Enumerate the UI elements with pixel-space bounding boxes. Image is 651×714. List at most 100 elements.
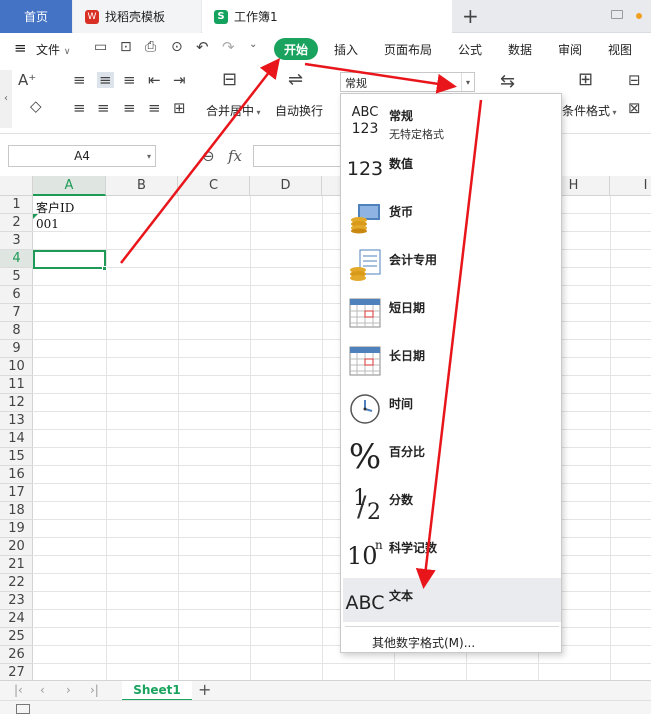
align-middle-icon[interactable]: ≡: [97, 72, 114, 88]
row-header-4[interactable]: 4: [0, 250, 33, 268]
row-header-23[interactable]: 23: [0, 592, 33, 610]
more-number-formats[interactable]: 其他数字格式(M)...: [372, 634, 475, 651]
cell-style-icon[interactable]: ⊟: [628, 72, 641, 88]
next-sheet-icon[interactable]: ›: [66, 683, 71, 697]
chevron-down-icon[interactable]: ▾: [461, 73, 474, 91]
align-left-icon[interactable]: ≡: [73, 100, 86, 116]
align-center-icon[interactable]: ≡: [97, 100, 110, 116]
export-icon[interactable]: ⊡: [120, 39, 132, 55]
cell-a1[interactable]: 客户ID: [36, 199, 74, 216]
status-icon[interactable]: [16, 704, 30, 714]
sheet-tab-sheet1[interactable]: Sheet1: [122, 681, 192, 701]
row-header-10[interactable]: 10: [0, 358, 33, 376]
indent-increase-icon[interactable]: ⇥: [173, 72, 186, 88]
undo-icon[interactable]: ↶: [196, 38, 209, 56]
format-general[interactable]: ABC 123 常规 无特定格式: [343, 98, 561, 146]
column-header-a[interactable]: A: [33, 176, 106, 196]
row-header-17[interactable]: 17: [0, 484, 33, 502]
row-header-20[interactable]: 20: [0, 538, 33, 556]
row-header-1[interactable]: 1: [0, 196, 33, 214]
format-long-date[interactable]: 长日期: [343, 338, 561, 386]
row-header-8[interactable]: 8: [0, 322, 33, 340]
row-header-13[interactable]: 13: [0, 412, 33, 430]
clear-format-icon[interactable]: ◇: [30, 98, 42, 114]
hamburger-menu-icon[interactable]: ≡: [14, 39, 27, 57]
row-header-16[interactable]: 16: [0, 466, 33, 484]
number-format-combo[interactable]: 常规: [340, 72, 475, 92]
row-header-3[interactable]: 3: [0, 232, 33, 250]
menu-formula[interactable]: 公式: [458, 41, 482, 58]
prev-sheet-icon[interactable]: ‹: [40, 683, 45, 697]
cell-a2[interactable]: 001: [36, 217, 59, 231]
row-header-9[interactable]: 9: [0, 340, 33, 358]
formula-input[interactable]: [253, 145, 343, 167]
add-sheet-icon[interactable]: +: [198, 680, 211, 699]
distributed-align-icon[interactable]: ⊞: [173, 100, 186, 116]
table-style-icon[interactable]: ⊞: [578, 71, 593, 89]
conditional-format-button[interactable]: 条件格式 ▾: [562, 102, 617, 119]
column-header-d[interactable]: D: [250, 176, 322, 196]
row-header-26[interactable]: 26: [0, 646, 33, 664]
row-header-12[interactable]: 12: [0, 394, 33, 412]
format-scientific[interactable]: 10 n 科学记数: [343, 530, 561, 578]
first-sheet-icon[interactable]: |‹: [14, 683, 23, 697]
menu-page-layout[interactable]: 页面布局: [384, 41, 432, 58]
format-number[interactable]: 123 数值: [343, 146, 561, 194]
menu-review[interactable]: 审阅: [558, 41, 582, 58]
select-all-corner[interactable]: [0, 176, 33, 196]
justify-icon[interactable]: ≡: [148, 100, 161, 116]
row-header-11[interactable]: 11: [0, 376, 33, 394]
menu-start[interactable]: 开始: [274, 38, 318, 60]
fx-icon[interactable]: fx: [228, 147, 242, 165]
row-header-18[interactable]: 18: [0, 502, 33, 520]
menu-data[interactable]: 数据: [508, 41, 532, 58]
row-header-14[interactable]: 14: [0, 430, 33, 448]
print-icon[interactable]: ⎙: [145, 39, 156, 55]
monitor-icon[interactable]: [611, 10, 623, 19]
new-tab-plus-icon[interactable]: +: [462, 4, 479, 28]
tab-workbook[interactable]: S 工作簿1: [202, 0, 642, 33]
row-header-19[interactable]: 19: [0, 520, 33, 538]
ribbon-scroll-left-icon[interactable]: ‹: [0, 70, 12, 128]
last-sheet-icon[interactable]: ›|: [90, 683, 99, 697]
name-box[interactable]: A4 ▾: [8, 145, 156, 167]
menu-view[interactable]: 视图: [608, 41, 632, 58]
align-bottom-icon[interactable]: ≡: [123, 72, 136, 88]
merge-center-icon[interactable]: ⊟: [222, 71, 237, 89]
align-top-icon[interactable]: ≡: [73, 72, 86, 88]
row-header-5[interactable]: 5: [0, 268, 33, 286]
format-time[interactable]: 时间: [343, 386, 561, 434]
format-accounting[interactable]: 会计专用: [343, 242, 561, 290]
menu-file[interactable]: 文件 ∨: [36, 41, 70, 58]
format-currency[interactable]: 货币: [343, 194, 561, 242]
column-header-c[interactable]: C: [178, 176, 250, 196]
convert-icon[interactable]: ⇆: [500, 73, 515, 91]
fill-handle[interactable]: [102, 266, 107, 271]
row-header-25[interactable]: 25: [0, 628, 33, 646]
merge-center-button[interactable]: 合并居中 ▾: [206, 102, 261, 119]
print-preview-icon[interactable]: ⊙: [171, 39, 183, 55]
wrap-text-icon[interactable]: ⇌: [288, 71, 303, 89]
tab-home[interactable]: 首页: [0, 0, 72, 33]
redo-icon[interactable]: ↷: [222, 38, 235, 56]
row-header-21[interactable]: 21: [0, 556, 33, 574]
format-short-date[interactable]: 短日期: [343, 290, 561, 338]
fill-icon[interactable]: ⊠: [628, 100, 641, 116]
save-icon[interactable]: ▭: [94, 39, 107, 55]
format-text[interactable]: ABC 文本: [343, 578, 561, 622]
format-percent[interactable]: % 百分比: [343, 434, 561, 482]
row-header-7[interactable]: 7: [0, 304, 33, 322]
row-header-24[interactable]: 24: [0, 610, 33, 628]
column-header-i[interactable]: I: [610, 176, 651, 196]
menu-insert[interactable]: 插入: [334, 41, 358, 58]
font-size-increase-icon[interactable]: A⁺: [18, 72, 36, 88]
tab-template[interactable]: W 找稻壳模板: [73, 0, 201, 33]
align-right-icon[interactable]: ≡: [123, 100, 136, 116]
row-header-15[interactable]: 15: [0, 448, 33, 466]
row-header-6[interactable]: 6: [0, 286, 33, 304]
row-header-2[interactable]: 2: [0, 214, 33, 232]
column-header-b[interactable]: B: [106, 176, 178, 196]
row-header-22[interactable]: 22: [0, 574, 33, 592]
selected-cell-a4[interactable]: [33, 250, 106, 269]
format-fraction[interactable]: 1 / 2 分数: [343, 482, 561, 530]
